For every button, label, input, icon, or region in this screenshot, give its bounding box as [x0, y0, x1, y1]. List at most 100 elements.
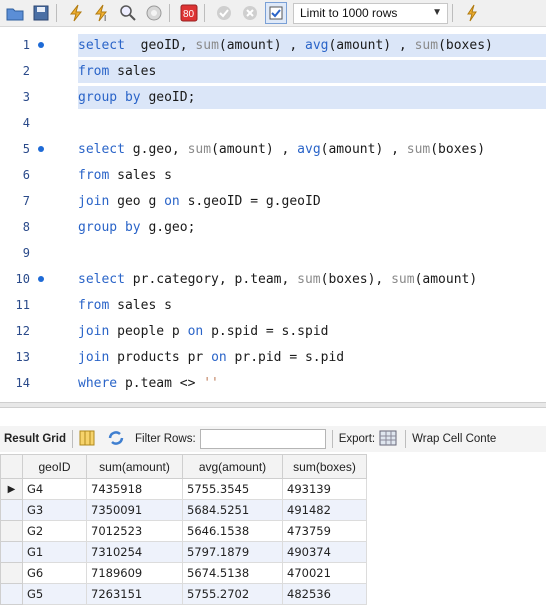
rollback-icon[interactable] — [239, 2, 261, 24]
row-header[interactable] — [0, 499, 23, 521]
code-line[interactable]: 9 — [0, 240, 546, 266]
limit-rows-select[interactable]: Limit to 1000 rows ▼ — [293, 2, 448, 24]
code-line[interactable]: 1 select geoID, sum(amount) , avg(amount)… — [0, 32, 546, 58]
filter-rows-input[interactable] — [199, 429, 326, 449]
table-cell[interactable]: G6 — [22, 562, 87, 584]
line-number: 10 — [15, 272, 30, 286]
autocommit-icon[interactable] — [265, 2, 287, 24]
toggle-continue-icon[interactable]: 80 — [178, 2, 200, 24]
table-cell[interactable]: 7435918 — [86, 478, 183, 500]
table-row[interactable]: G1 7310254 5797.1879 490374 — [0, 541, 367, 563]
pane-splitter[interactable] — [0, 402, 546, 408]
table-cell[interactable]: 5684.5251 — [182, 499, 283, 521]
table-row[interactable]: ▶ G4 7435918 5755.3545 493139 — [0, 478, 367, 500]
row-header[interactable] — [0, 541, 23, 563]
toolbar-separator — [405, 430, 407, 448]
table-cell[interactable]: G4 — [22, 478, 87, 500]
code-text: where p.team <> '' — [78, 375, 219, 391]
result-toolbar: Result Grid Filter Rows: Export: Wrap Ce… — [0, 426, 546, 452]
table-cell[interactable]: 5674.5138 — [182, 562, 283, 584]
column-header[interactable]: sum(amount) — [86, 454, 183, 479]
line-number: 6 — [22, 168, 30, 182]
execute-current-icon[interactable]: I — [91, 2, 113, 24]
toolbar-separator — [331, 430, 333, 448]
row-header[interactable] — [0, 520, 23, 542]
execute-icon[interactable] — [65, 2, 87, 24]
table-cell[interactable]: 5646.1538 — [182, 520, 283, 542]
table-cell[interactable]: 490374 — [282, 541, 367, 563]
filter-rows-label: Filter Rows: — [134, 433, 196, 445]
code-line[interactable]: 6 from sales s — [0, 162, 546, 188]
table-cell[interactable]: 7012523 — [86, 520, 183, 542]
table-cell[interactable]: 493139 — [282, 478, 367, 500]
statement-marker-icon — [38, 276, 44, 282]
code-line[interactable]: 13 join products pr on pr.pid = s.pid — [0, 344, 546, 370]
code-line[interactable]: 2 from sales — [0, 58, 546, 84]
folder-open-icon[interactable] — [4, 2, 26, 24]
table-cell[interactable]: G5 — [22, 583, 87, 605]
export-icon[interactable] — [379, 429, 399, 450]
result-grid-tab[interactable]: Result Grid — [0, 433, 66, 445]
column-header[interactable]: geoID — [22, 454, 87, 479]
line-number: 1 — [22, 38, 30, 52]
statement-marker-icon — [38, 146, 44, 152]
save-icon[interactable] — [30, 2, 52, 24]
table-cell[interactable]: 7310254 — [86, 541, 183, 563]
toolbar-separator — [71, 430, 73, 448]
code-line[interactable]: 5 select g.geo, sum(amount) , avg(amount)… — [0, 136, 546, 162]
stop-icon[interactable] — [143, 2, 165, 24]
row-header-corner — [0, 454, 23, 479]
beautify-icon[interactable] — [461, 2, 483, 24]
explain-icon[interactable] — [117, 2, 139, 24]
column-header[interactable]: avg(amount) — [182, 454, 283, 479]
current-row-arrow-icon[interactable]: ▶ — [0, 478, 23, 500]
table-cell[interactable]: G3 — [22, 499, 87, 521]
table-cell[interactable]: G2 — [22, 520, 87, 542]
line-number: 5 — [22, 142, 30, 156]
code-line[interactable]: 3 group by geoID; — [0, 84, 546, 110]
row-header[interactable] — [0, 583, 23, 605]
row-header[interactable] — [0, 562, 23, 584]
table-cell[interactable]: 5797.1879 — [182, 541, 283, 563]
line-number: 12 — [15, 324, 30, 338]
code-line[interactable]: 11 from sales s — [0, 292, 546, 318]
statement-marker-icon — [38, 42, 44, 48]
table-row[interactable]: G3 7350091 5684.5251 491482 — [0, 499, 367, 521]
table-cell[interactable]: 7263151 — [86, 583, 183, 605]
line-number: 9 — [22, 246, 30, 260]
table-cell[interactable]: G1 — [22, 541, 87, 563]
table-cell[interactable]: 473759 — [282, 520, 367, 542]
grid-header-row: geoID sum(amount) avg(amount) sum(boxes) — [0, 454, 367, 479]
toolbar-separator — [204, 4, 205, 22]
code-line[interactable]: 7 join geo g on s.geoID = g.geoID — [0, 188, 546, 214]
table-cell[interactable]: 482536 — [282, 583, 367, 605]
table-cell[interactable]: 491482 — [282, 499, 367, 521]
table-row[interactable]: G6 7189609 5674.5138 470021 — [0, 562, 367, 584]
commit-icon[interactable] — [213, 2, 235, 24]
table-cell[interactable]: 7350091 — [86, 499, 183, 521]
line-number: 13 — [15, 350, 30, 364]
table-cell[interactable]: 5755.2702 — [182, 583, 283, 605]
table-row[interactable]: G5 7263151 5755.2702 482536 — [0, 583, 367, 605]
code-line[interactable]: 8 group by g.geo; — [0, 214, 546, 240]
limit-rows-label: Limit to 1000 rows — [300, 6, 398, 20]
table-row[interactable]: G2 7012523 5646.1538 473759 — [0, 520, 367, 542]
sql-editor[interactable]: 1 select geoID, sum(amount) , avg(amount)… — [0, 28, 546, 398]
table-cell[interactable]: 470021 — [282, 562, 367, 584]
code-text: select g.geo, sum(amount) , avg(amount) … — [78, 141, 486, 157]
table-cell[interactable]: 7189609 — [86, 562, 183, 584]
code-line[interactable]: 4 — [0, 110, 546, 136]
refresh-icon[interactable] — [107, 430, 125, 449]
code-line[interactable]: 10 select pr.category, p.team, sum(boxes)… — [0, 266, 546, 292]
code-text: from sales s — [78, 297, 172, 313]
code-text: join geo g on s.geoID = g.geoID — [78, 193, 321, 209]
grid-view-icon[interactable] — [79, 430, 95, 449]
code-line[interactable]: 12 join people p on p.spid = s.spid — [0, 318, 546, 344]
table-cell[interactable]: 5755.3545 — [182, 478, 283, 500]
wrap-cell-content-label[interactable]: Wrap Cell Conte — [412, 433, 496, 445]
code-line[interactable]: 14 where p.team <> '' — [0, 370, 546, 396]
line-number: 14 — [15, 376, 30, 390]
column-header[interactable]: sum(boxes) — [282, 454, 367, 479]
result-grid[interactable]: geoID sum(amount) avg(amount) sum(boxes) ▶ G… — [0, 454, 546, 605]
